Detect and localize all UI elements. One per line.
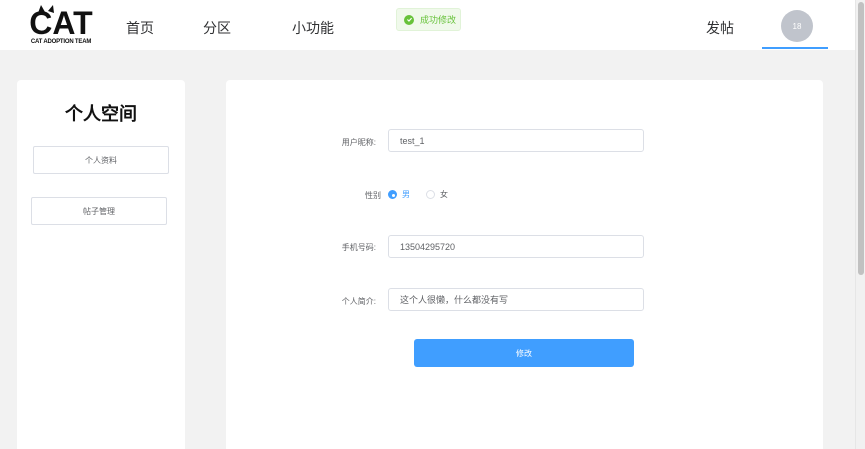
cat-logo[interactable]: CAT CAT ADOPTION TEAM: [28, 5, 94, 49]
success-toast: 成功修改: [396, 8, 461, 31]
avatar-active-indicator: [762, 47, 828, 49]
logo-subtitle: CAT ADOPTION TEAM: [30, 39, 92, 45]
nav-sections[interactable]: 分区: [203, 18, 231, 38]
phone-field[interactable]: 13504295720: [388, 235, 644, 258]
page-scrollbar[interactable]: [855, 0, 865, 449]
phone-label: 手机号码:: [341, 243, 376, 252]
radio-selected-icon: [388, 190, 397, 199]
bio-value: 这个人很懒，什么都没有写: [400, 295, 509, 305]
sidebar-panel: 个人空间 个人资料 帖子管理: [17, 80, 185, 449]
sidebar-item-profile[interactable]: 个人资料: [33, 146, 169, 174]
gender-option-female: 女: [440, 190, 448, 199]
modify-button[interactable]: 修改: [414, 339, 634, 367]
nav-home[interactable]: 首页: [126, 18, 154, 38]
nickname-label: 用户昵称:: [341, 138, 376, 147]
top-header: CAT CAT ADOPTION TEAM 首页 分区 小功能 成功修改 发帖 …: [0, 0, 855, 50]
scrollbar-thumb[interactable]: [858, 2, 864, 275]
profile-form-panel: 用户昵称: test_1 性别 男 女 手机号码: 13504295720 个人…: [226, 80, 823, 449]
gender-radio-female[interactable]: 女: [426, 189, 448, 200]
nickname-value: test_1: [400, 135, 425, 146]
gender-option-male: 男: [402, 190, 410, 199]
radio-unselected-icon: [426, 190, 435, 199]
avatar[interactable]: 18: [781, 10, 813, 42]
gender-label: 性别: [365, 191, 381, 200]
logo-text: CAT: [29, 5, 93, 39]
post-button[interactable]: 发帖: [706, 18, 734, 38]
sidebar-item-posts[interactable]: 帖子管理: [31, 197, 167, 225]
sidebar-title: 个人空间: [65, 104, 137, 124]
nickname-field[interactable]: test_1: [388, 129, 644, 152]
check-circle-icon: [404, 14, 414, 25]
avatar-label: 18: [792, 21, 802, 31]
toast-message: 成功修改: [420, 15, 457, 25]
cat-logo-icon: CAT: [29, 5, 93, 39]
nav-tools[interactable]: 小功能: [292, 18, 334, 38]
bio-label: 个人简介:: [341, 297, 376, 306]
gender-radio-male[interactable]: 男: [388, 189, 410, 200]
bio-field[interactable]: 这个人很懒，什么都没有写: [388, 288, 644, 311]
phone-value: 13504295720: [400, 241, 456, 252]
